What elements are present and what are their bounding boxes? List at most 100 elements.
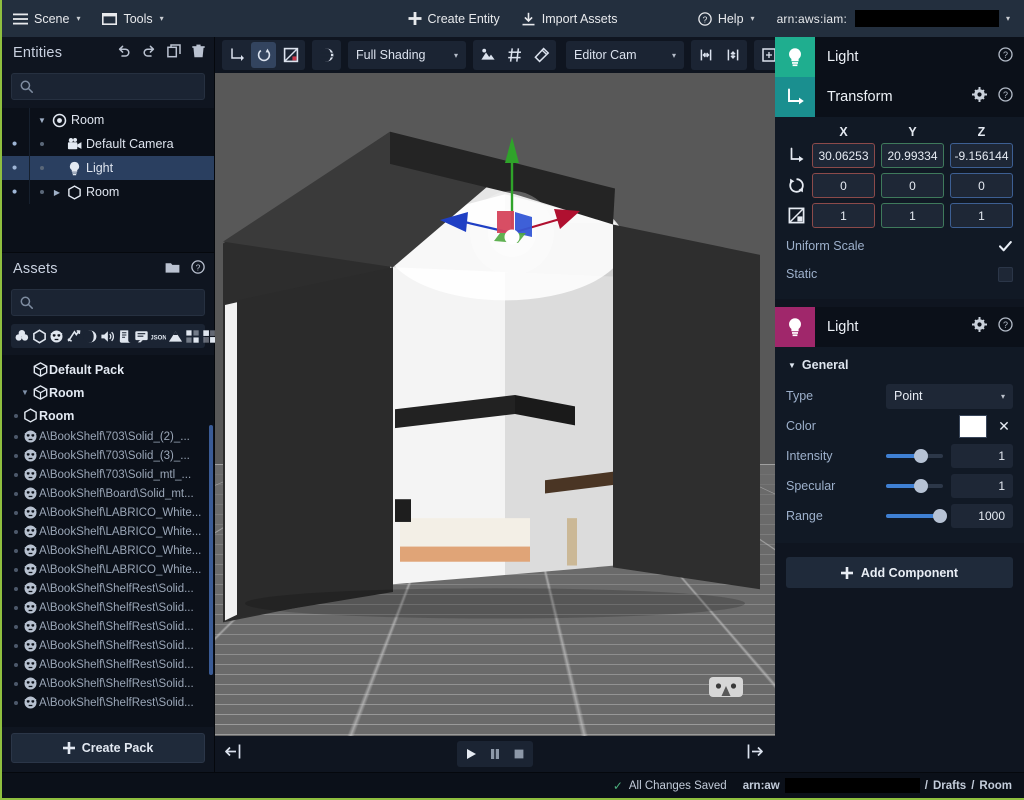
asset-row[interactable]: A\BookShelf\703\Solid_(2)_... bbox=[2, 427, 214, 446]
world-space-button[interactable] bbox=[314, 42, 339, 68]
transform-gizmo[interactable] bbox=[422, 133, 602, 273]
assets-search-box[interactable] bbox=[11, 289, 205, 316]
help-menu[interactable]: ? Help ▾ bbox=[687, 0, 766, 37]
asset-row[interactable]: A\BookShelf\LABRICO_White... bbox=[2, 503, 214, 522]
audio-icon[interactable] bbox=[100, 328, 115, 345]
account-arn-menu[interactable]: arn:aws:iam: ▾ bbox=[766, 0, 1024, 37]
gear-icon[interactable] bbox=[972, 317, 987, 337]
asset-row[interactable]: A\BookShelf\ShelfRest\Solid... bbox=[2, 655, 214, 674]
play-button[interactable] bbox=[459, 743, 483, 765]
duplicate-icon[interactable] bbox=[167, 44, 181, 62]
static-checkbox[interactable] bbox=[998, 266, 1013, 282]
rotation-x-input[interactable]: 0 bbox=[812, 173, 875, 198]
light-type-select[interactable]: Point ▾ bbox=[886, 383, 1013, 409]
effects-toggle-button[interactable] bbox=[529, 42, 554, 68]
redo-icon[interactable] bbox=[142, 44, 156, 62]
slider-knob[interactable] bbox=[914, 479, 929, 493]
scale-tool-button[interactable] bbox=[278, 42, 303, 68]
focus-horizontal-button[interactable] bbox=[693, 42, 718, 68]
scale-x-input[interactable]: 1 bbox=[812, 203, 875, 228]
asset-row[interactable]: A\BookShelf\ShelfRest\Solid... bbox=[2, 636, 214, 655]
slider-knob[interactable] bbox=[932, 509, 947, 523]
shape-icon[interactable] bbox=[32, 328, 47, 345]
entity-row-room[interactable]: ▶ Room bbox=[2, 180, 214, 204]
scale-z-input[interactable]: 1 bbox=[950, 203, 1013, 228]
asset-row[interactable]: A\BookShelf\ShelfRest\Solid... bbox=[2, 579, 214, 598]
visibility-eye-icon[interactable] bbox=[2, 156, 30, 180]
animation-icon[interactable] bbox=[66, 328, 81, 345]
gear-icon[interactable] bbox=[972, 87, 987, 107]
rotate-tool-button[interactable] bbox=[251, 42, 276, 68]
entities-search-input[interactable] bbox=[40, 79, 196, 94]
material-icon[interactable] bbox=[15, 328, 30, 345]
help-icon[interactable]: ? bbox=[998, 47, 1013, 67]
pause-button[interactable] bbox=[483, 743, 507, 765]
add-component-button[interactable]: Add Component bbox=[786, 557, 1013, 588]
close-icon[interactable]: ✕ bbox=[995, 418, 1013, 435]
help-icon[interactable]: ? bbox=[998, 317, 1013, 337]
shading-mode-select[interactable]: Full Shading ▾ bbox=[348, 41, 466, 69]
asset-row[interactable]: Room bbox=[2, 404, 214, 427]
range-input[interactable]: 1000 bbox=[951, 504, 1013, 528]
asset-row[interactable]: A\BookShelf\ShelfRest\Solid... bbox=[2, 674, 214, 693]
script-icon[interactable] bbox=[117, 328, 132, 345]
asset-row[interactable]: A\BookShelf\ShelfRest\Solid... bbox=[2, 693, 214, 712]
light-color-swatch[interactable] bbox=[959, 414, 987, 438]
visibility-eye-icon[interactable] bbox=[2, 180, 30, 204]
asset-row[interactable]: A\BookShelf\703\Solid_mtl_... bbox=[2, 465, 214, 484]
visibility-eye-icon[interactable] bbox=[2, 132, 30, 156]
asset-list-scrollbar[interactable] bbox=[209, 425, 213, 675]
asset-row[interactable]: ▼ Room bbox=[2, 381, 214, 404]
scene-menu[interactable]: Scene ▾ bbox=[2, 0, 91, 37]
help-icon[interactable]: ? bbox=[998, 87, 1013, 107]
help-icon[interactable]: ? bbox=[191, 260, 205, 278]
asset-row[interactable]: A\BookShelf\LABRICO_White... bbox=[2, 560, 214, 579]
breadcrumb-room[interactable]: Room bbox=[979, 780, 1012, 792]
terrain-icon[interactable] bbox=[168, 328, 183, 345]
rotation-z-input[interactable]: 0 bbox=[950, 173, 1013, 198]
asset-row[interactable]: A\BookShelf\LABRICO_White... bbox=[2, 541, 214, 560]
intensity-slider[interactable] bbox=[886, 446, 943, 466]
asset-row[interactable]: A\BookShelf\Board\Solid_mt... bbox=[2, 484, 214, 503]
range-slider[interactable] bbox=[886, 506, 947, 526]
json-icon[interactable]: JSON bbox=[151, 328, 166, 345]
3d-viewport[interactable] bbox=[215, 73, 775, 736]
lighting-toggle-button[interactable] bbox=[475, 42, 500, 68]
position-x-input[interactable]: 30.06253 bbox=[812, 143, 875, 168]
sprite-icon[interactable] bbox=[185, 328, 200, 345]
tools-menu[interactable]: Tools ▾ bbox=[91, 0, 174, 37]
entity-row-light[interactable]: Light bbox=[2, 156, 214, 180]
position-y-input[interactable]: 20.99334 bbox=[881, 143, 944, 168]
specular-slider[interactable] bbox=[886, 476, 943, 496]
scale-y-input[interactable]: 1 bbox=[881, 203, 944, 228]
asset-row[interactable]: A\BookShelf\ShelfRest\Solid... bbox=[2, 617, 214, 636]
texture-icon[interactable] bbox=[83, 328, 98, 345]
import-assets-button[interactable]: Import Assets bbox=[511, 0, 629, 37]
specular-input[interactable]: 1 bbox=[951, 474, 1013, 498]
focus-vertical-button[interactable] bbox=[720, 42, 745, 68]
vr-headset-icon[interactable] bbox=[709, 675, 743, 704]
translate-tool-button[interactable] bbox=[224, 42, 249, 68]
entities-search-box[interactable] bbox=[11, 73, 205, 100]
delete-icon[interactable] bbox=[192, 44, 205, 62]
assets-search-input[interactable] bbox=[40, 295, 196, 310]
stop-button[interactable] bbox=[507, 743, 531, 765]
chevron-right-icon[interactable]: ▶ bbox=[51, 188, 63, 197]
uniform-scale-checkbox[interactable] bbox=[998, 239, 1013, 254]
position-z-input[interactable]: -9.156144 bbox=[950, 143, 1013, 168]
chevron-down-icon[interactable]: ▼ bbox=[18, 388, 32, 397]
create-entity-button[interactable]: Create Entity bbox=[398, 0, 511, 37]
camera-select[interactable]: Editor Cam ▾ bbox=[566, 41, 684, 69]
asset-row[interactable]: Default Pack bbox=[2, 358, 214, 381]
create-pack-button[interactable]: Create Pack bbox=[11, 733, 205, 763]
breadcrumb-drafts[interactable]: Drafts bbox=[933, 780, 966, 792]
model-icon[interactable] bbox=[49, 328, 64, 345]
rotation-y-input[interactable]: 0 bbox=[881, 173, 944, 198]
general-section-toggle[interactable]: ▼ General bbox=[786, 351, 1013, 381]
chevron-down-icon[interactable]: ▼ bbox=[36, 116, 48, 125]
slider-knob[interactable] bbox=[914, 449, 929, 463]
expand-right-button[interactable] bbox=[746, 743, 763, 765]
entity-row-default-camera[interactable]: Default Camera bbox=[2, 132, 214, 156]
asset-row[interactable]: A\BookShelf\LABRICO_White... bbox=[2, 522, 214, 541]
shader-icon[interactable] bbox=[134, 328, 149, 345]
